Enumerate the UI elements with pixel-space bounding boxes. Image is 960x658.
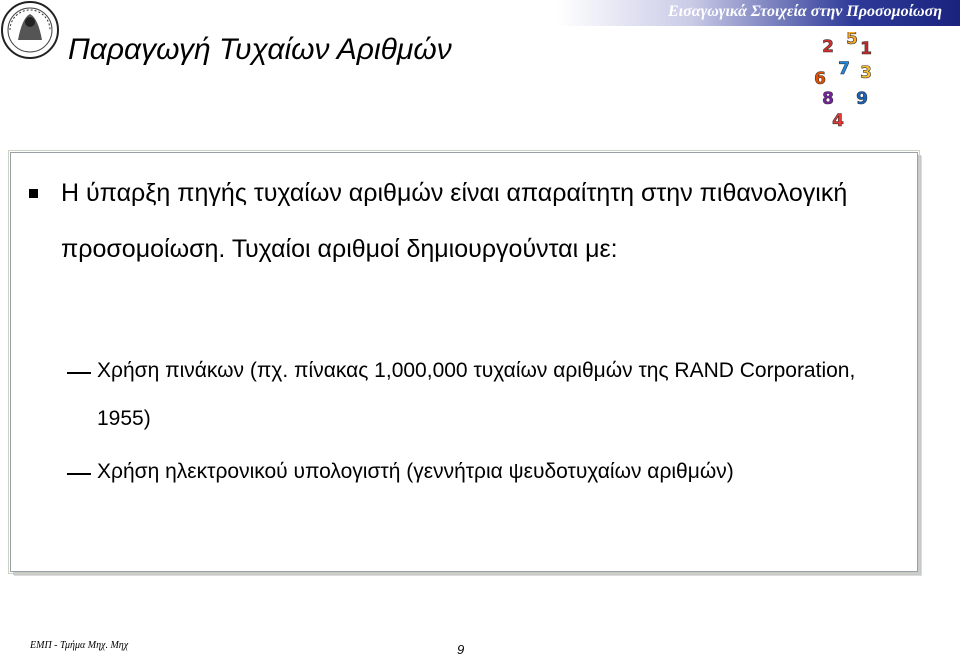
header-bar: Εισαγωγικά Στοιχεία στην Προσομοίωση	[64, 0, 960, 26]
digit-glyph: 5	[846, 32, 858, 49]
digit-glyph: 7	[838, 59, 850, 79]
dash-bullet-icon	[67, 473, 91, 475]
digit-glyph: 6	[814, 69, 826, 89]
footer-text: ΕΜΠ - Τμήμα Μηχ. Μηχ	[30, 640, 129, 651]
dash-bullet-icon	[67, 372, 91, 374]
content-box: Η ύπαρξη πηγής τυχαίων αριθμών είναι απα…	[8, 150, 920, 574]
digit-glyph: 9	[856, 89, 868, 109]
university-logo-icon	[0, 0, 60, 60]
digit-glyph: 4	[832, 111, 844, 131]
page-number: 9	[457, 642, 465, 657]
random-numbers-icon: 251 673 8 94	[808, 29, 878, 132]
bullet-text: Η ύπαρξη πηγής τυχαίων αριθμών είναι απα…	[61, 179, 848, 263]
square-bullet-icon	[29, 189, 38, 198]
digit-glyph: 8	[822, 89, 834, 109]
page-title: Παραγωγή Τυχαίων Αριθμών	[68, 33, 452, 66]
sub-item-text: Χρήση πινάκων (πχ. πίνακας 1,000,000 τυχ…	[97, 359, 856, 430]
digit-glyph: 1	[860, 39, 872, 59]
header-title: Εισαγωγικά Στοιχεία στην Προσομοίωση	[667, 3, 942, 20]
digit-glyph: 3	[860, 63, 872, 83]
sub-item-text: Χρήση ηλεκτρονικού υπολογιστή (γεννήτρια…	[97, 460, 734, 483]
digit-glyph: 2	[822, 37, 834, 57]
